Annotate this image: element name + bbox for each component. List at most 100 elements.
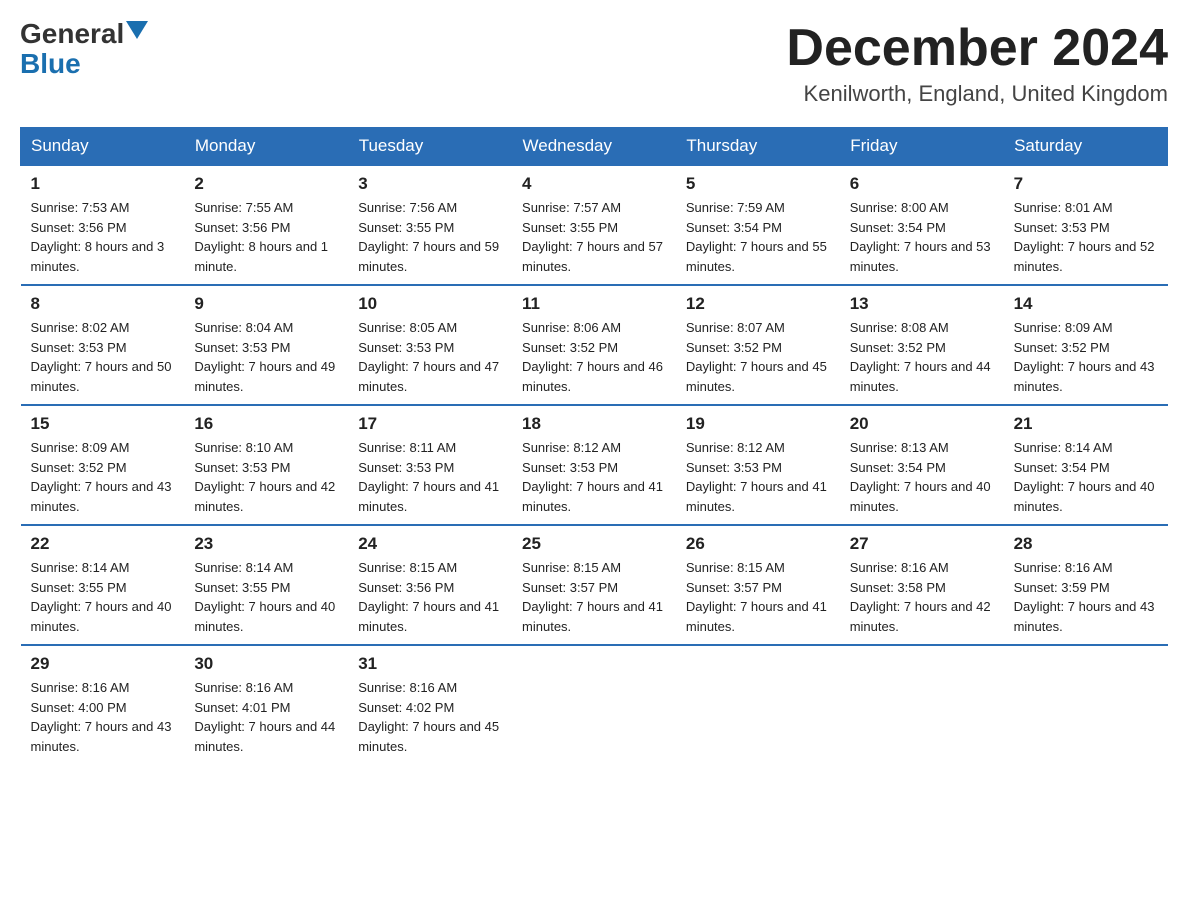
day-info: Sunrise: 8:14 AMSunset: 3:55 PMDaylight:…	[31, 560, 172, 634]
calendar-cell: 18 Sunrise: 8:12 AMSunset: 3:53 PMDaylig…	[512, 405, 676, 525]
day-info: Sunrise: 7:55 AMSunset: 3:56 PMDaylight:…	[194, 200, 328, 274]
calendar-table: Sunday Monday Tuesday Wednesday Thursday…	[20, 127, 1168, 764]
day-number: 14	[1014, 294, 1158, 314]
day-info: Sunrise: 8:04 AMSunset: 3:53 PMDaylight:…	[194, 320, 335, 394]
calendar-week-row: 1 Sunrise: 7:53 AMSunset: 3:56 PMDayligh…	[21, 165, 1168, 285]
calendar-cell: 23 Sunrise: 8:14 AMSunset: 3:55 PMDaylig…	[184, 525, 348, 645]
day-number: 25	[522, 534, 666, 554]
day-number: 13	[850, 294, 994, 314]
logo-general-text: General	[20, 20, 124, 48]
calendar-cell: 19 Sunrise: 8:12 AMSunset: 3:53 PMDaylig…	[676, 405, 840, 525]
day-info: Sunrise: 8:09 AMSunset: 3:52 PMDaylight:…	[1014, 320, 1155, 394]
calendar-header-row: Sunday Monday Tuesday Wednesday Thursday…	[21, 128, 1168, 166]
day-info: Sunrise: 8:06 AMSunset: 3:52 PMDaylight:…	[522, 320, 663, 394]
day-info: Sunrise: 8:12 AMSunset: 3:53 PMDaylight:…	[522, 440, 663, 514]
day-number: 10	[358, 294, 502, 314]
day-info: Sunrise: 8:16 AMSunset: 4:01 PMDaylight:…	[194, 680, 335, 754]
calendar-cell: 30 Sunrise: 8:16 AMSunset: 4:01 PMDaylig…	[184, 645, 348, 764]
calendar-cell: 31 Sunrise: 8:16 AMSunset: 4:02 PMDaylig…	[348, 645, 512, 764]
day-number: 18	[522, 414, 666, 434]
day-number: 21	[1014, 414, 1158, 434]
day-info: Sunrise: 8:14 AMSunset: 3:55 PMDaylight:…	[194, 560, 335, 634]
day-number: 15	[31, 414, 175, 434]
day-info: Sunrise: 8:15 AMSunset: 3:57 PMDaylight:…	[686, 560, 827, 634]
calendar-cell: 12 Sunrise: 8:07 AMSunset: 3:52 PMDaylig…	[676, 285, 840, 405]
day-info: Sunrise: 8:11 AMSunset: 3:53 PMDaylight:…	[358, 440, 499, 514]
calendar-cell: 11 Sunrise: 8:06 AMSunset: 3:52 PMDaylig…	[512, 285, 676, 405]
calendar-cell: 28 Sunrise: 8:16 AMSunset: 3:59 PMDaylig…	[1004, 525, 1168, 645]
calendar-cell	[512, 645, 676, 764]
day-number: 23	[194, 534, 338, 554]
title-section: December 2024 Kenilworth, England, Unite…	[786, 20, 1168, 107]
logo: General Blue	[20, 20, 148, 78]
calendar-cell: 3 Sunrise: 7:56 AMSunset: 3:55 PMDayligh…	[348, 165, 512, 285]
day-info: Sunrise: 8:16 AMSunset: 4:02 PMDaylight:…	[358, 680, 499, 754]
day-info: Sunrise: 8:13 AMSunset: 3:54 PMDaylight:…	[850, 440, 991, 514]
day-number: 2	[194, 174, 338, 194]
day-number: 27	[850, 534, 994, 554]
day-number: 12	[686, 294, 830, 314]
day-number: 19	[686, 414, 830, 434]
calendar-cell: 5 Sunrise: 7:59 AMSunset: 3:54 PMDayligh…	[676, 165, 840, 285]
calendar-week-row: 8 Sunrise: 8:02 AMSunset: 3:53 PMDayligh…	[21, 285, 1168, 405]
calendar-week-row: 29 Sunrise: 8:16 AMSunset: 4:00 PMDaylig…	[21, 645, 1168, 764]
col-monday: Monday	[184, 128, 348, 166]
day-number: 24	[358, 534, 502, 554]
day-number: 29	[31, 654, 175, 674]
day-number: 4	[522, 174, 666, 194]
day-info: Sunrise: 8:15 AMSunset: 3:57 PMDaylight:…	[522, 560, 663, 634]
day-number: 28	[1014, 534, 1158, 554]
calendar-cell: 10 Sunrise: 8:05 AMSunset: 3:53 PMDaylig…	[348, 285, 512, 405]
day-info: Sunrise: 8:07 AMSunset: 3:52 PMDaylight:…	[686, 320, 827, 394]
month-title: December 2024	[786, 20, 1168, 77]
col-saturday: Saturday	[1004, 128, 1168, 166]
day-number: 17	[358, 414, 502, 434]
day-number: 20	[850, 414, 994, 434]
calendar-cell: 17 Sunrise: 8:11 AMSunset: 3:53 PMDaylig…	[348, 405, 512, 525]
calendar-week-row: 15 Sunrise: 8:09 AMSunset: 3:52 PMDaylig…	[21, 405, 1168, 525]
col-wednesday: Wednesday	[512, 128, 676, 166]
day-info: Sunrise: 8:08 AMSunset: 3:52 PMDaylight:…	[850, 320, 991, 394]
day-info: Sunrise: 8:14 AMSunset: 3:54 PMDaylight:…	[1014, 440, 1155, 514]
col-friday: Friday	[840, 128, 1004, 166]
day-number: 3	[358, 174, 502, 194]
calendar-cell: 4 Sunrise: 7:57 AMSunset: 3:55 PMDayligh…	[512, 165, 676, 285]
col-tuesday: Tuesday	[348, 128, 512, 166]
day-info: Sunrise: 8:02 AMSunset: 3:53 PMDaylight:…	[31, 320, 172, 394]
calendar-cell: 7 Sunrise: 8:01 AMSunset: 3:53 PMDayligh…	[1004, 165, 1168, 285]
day-number: 1	[31, 174, 175, 194]
day-info: Sunrise: 8:16 AMSunset: 3:59 PMDaylight:…	[1014, 560, 1155, 634]
day-info: Sunrise: 8:16 AMSunset: 4:00 PMDaylight:…	[31, 680, 172, 754]
day-info: Sunrise: 8:09 AMSunset: 3:52 PMDaylight:…	[31, 440, 172, 514]
day-info: Sunrise: 7:53 AMSunset: 3:56 PMDaylight:…	[31, 200, 165, 274]
day-info: Sunrise: 8:16 AMSunset: 3:58 PMDaylight:…	[850, 560, 991, 634]
day-number: 8	[31, 294, 175, 314]
day-number: 11	[522, 294, 666, 314]
calendar-cell: 25 Sunrise: 8:15 AMSunset: 3:57 PMDaylig…	[512, 525, 676, 645]
day-info: Sunrise: 8:00 AMSunset: 3:54 PMDaylight:…	[850, 200, 991, 274]
calendar-cell: 2 Sunrise: 7:55 AMSunset: 3:56 PMDayligh…	[184, 165, 348, 285]
calendar-cell: 29 Sunrise: 8:16 AMSunset: 4:00 PMDaylig…	[21, 645, 185, 764]
day-info: Sunrise: 7:56 AMSunset: 3:55 PMDaylight:…	[358, 200, 499, 274]
logo-triangle-icon	[126, 21, 148, 39]
calendar-cell: 21 Sunrise: 8:14 AMSunset: 3:54 PMDaylig…	[1004, 405, 1168, 525]
calendar-cell: 14 Sunrise: 8:09 AMSunset: 3:52 PMDaylig…	[1004, 285, 1168, 405]
calendar-cell: 16 Sunrise: 8:10 AMSunset: 3:53 PMDaylig…	[184, 405, 348, 525]
calendar-cell: 24 Sunrise: 8:15 AMSunset: 3:56 PMDaylig…	[348, 525, 512, 645]
day-info: Sunrise: 8:10 AMSunset: 3:53 PMDaylight:…	[194, 440, 335, 514]
day-number: 26	[686, 534, 830, 554]
calendar-cell	[676, 645, 840, 764]
calendar-cell: 13 Sunrise: 8:08 AMSunset: 3:52 PMDaylig…	[840, 285, 1004, 405]
day-number: 6	[850, 174, 994, 194]
location-subtitle: Kenilworth, England, United Kingdom	[786, 81, 1168, 107]
calendar-cell	[1004, 645, 1168, 764]
day-number: 7	[1014, 174, 1158, 194]
calendar-week-row: 22 Sunrise: 8:14 AMSunset: 3:55 PMDaylig…	[21, 525, 1168, 645]
calendar-cell: 15 Sunrise: 8:09 AMSunset: 3:52 PMDaylig…	[21, 405, 185, 525]
logo-blue-text: Blue	[20, 50, 81, 78]
calendar-cell: 22 Sunrise: 8:14 AMSunset: 3:55 PMDaylig…	[21, 525, 185, 645]
calendar-cell: 8 Sunrise: 8:02 AMSunset: 3:53 PMDayligh…	[21, 285, 185, 405]
calendar-cell: 20 Sunrise: 8:13 AMSunset: 3:54 PMDaylig…	[840, 405, 1004, 525]
day-number: 30	[194, 654, 338, 674]
col-sunday: Sunday	[21, 128, 185, 166]
